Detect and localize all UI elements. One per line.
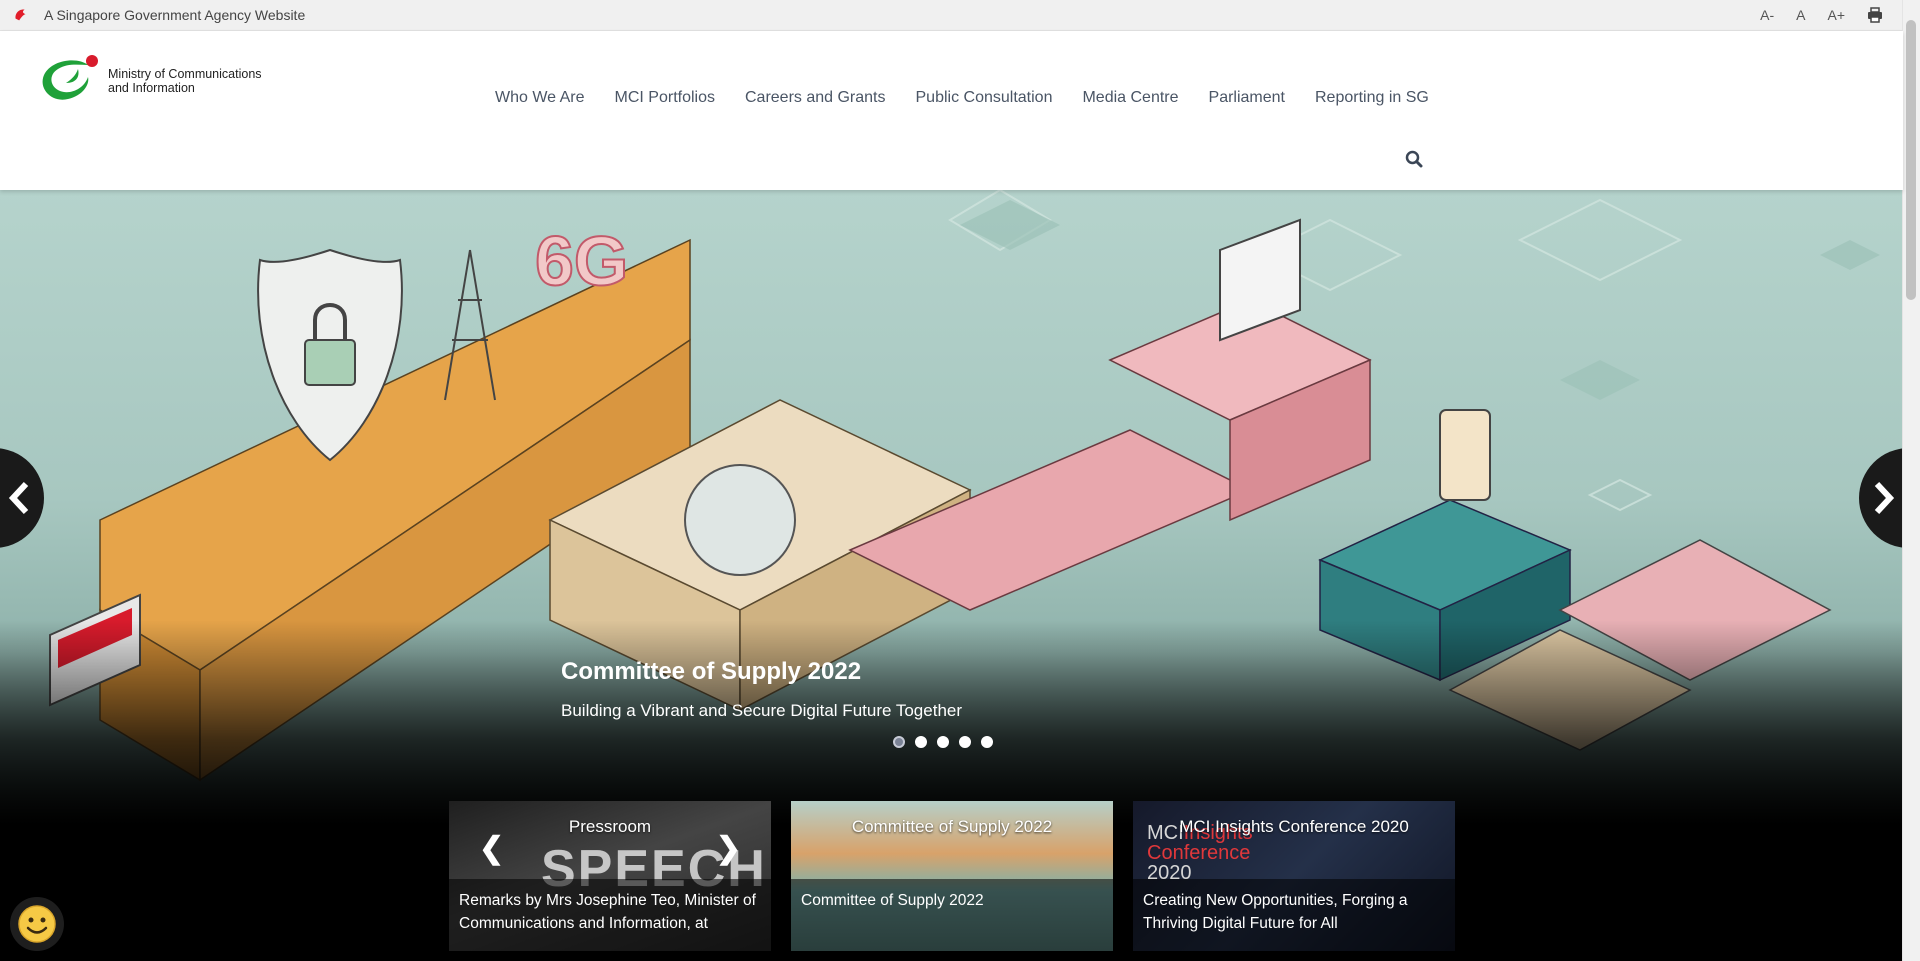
smiley-icon	[18, 905, 56, 943]
nav-media-centre[interactable]: Media Centre	[1067, 89, 1193, 107]
masthead: A Singapore Government Agency Website A-…	[0, 0, 1903, 31]
accessibility-tools: A- A A+	[1760, 0, 1883, 30]
committee-of-supply-card[interactable]: Committee of Supply 2022 Committee of Su…	[791, 801, 1113, 951]
main-nav: Who We Are MCI Portfolios Careers and Gr…	[480, 89, 1444, 107]
card-description: Remarks by Mrs Josephine Teo, Minister o…	[449, 879, 771, 951]
nav-who-we-are[interactable]: Who We Are	[480, 89, 600, 107]
mci-logo-icon	[42, 55, 98, 100]
reset-font-button[interactable]: A	[1796, 7, 1805, 23]
carousel-dot-3[interactable]	[937, 736, 949, 748]
card-title: MCI Insights Conference 2020	[1179, 817, 1409, 836]
logo-line-1: Ministry of Communications	[108, 67, 262, 81]
print-icon[interactable]	[1867, 7, 1883, 23]
logo-line-2: and Information	[108, 81, 195, 95]
card-description: Creating New Opportunities, Forging a Th…	[1133, 879, 1455, 951]
card-description: Committee of Supply 2022	[791, 879, 1113, 951]
mci-insights-card[interactable]: MCIInsights Conference 2020 MCI Insights…	[1133, 801, 1455, 951]
site-header: Ministry of Communications and Informati…	[0, 31, 1903, 190]
hero-carousel: 6G Committee of Supply 2022 Building a V…	[0, 190, 1903, 961]
chevron-left-icon	[8, 481, 29, 515]
masthead-text: A Singapore Government Agency Website	[44, 7, 306, 23]
hero-subtitle: Building a Vibrant and Secure Digital Fu…	[561, 701, 963, 720]
carousel-dot-1[interactable]	[893, 736, 905, 748]
nav-mci-portfolios[interactable]: MCI Portfolios	[600, 89, 730, 107]
mci-logo[interactable]: Ministry of Communications and Informati…	[38, 53, 278, 109]
nav-parliament[interactable]: Parliament	[1194, 89, 1300, 107]
logo-text: Ministry of Communications and Informati…	[108, 67, 278, 95]
page-scrollbar[interactable]	[1902, 0, 1920, 961]
carousel-dot-4[interactable]	[959, 736, 971, 748]
carousel-indicators	[893, 736, 993, 748]
carousel-dot-2[interactable]	[915, 736, 927, 748]
card-title: Pressroom	[568, 817, 652, 836]
scrollbar-thumb[interactable]	[1906, 20, 1916, 300]
carousel-dot-5[interactable]	[981, 736, 993, 748]
increase-font-button[interactable]: A+	[1827, 7, 1845, 23]
pressroom-card[interactable]: SPEECH ❮ ❯ Pressroom Remarks by Mrs Jose…	[449, 801, 771, 951]
feature-cards: SPEECH ❮ ❯ Pressroom Remarks by Mrs Jose…	[449, 801, 1455, 951]
card-title: Committee of Supply 2022	[851, 817, 1053, 836]
singapore-lion-icon	[15, 9, 26, 21]
svg-text:6G: 6G	[535, 222, 628, 300]
chevron-right-icon	[1874, 481, 1895, 515]
nav-reporting-in-sg[interactable]: Reporting in SG	[1300, 89, 1444, 107]
search-icon[interactable]	[1405, 150, 1423, 168]
decrease-font-button[interactable]: A-	[1760, 7, 1774, 23]
hero-title[interactable]: Committee of Supply 2022	[561, 658, 861, 686]
nav-careers-and-grants[interactable]: Careers and Grants	[730, 89, 901, 107]
insights-image-conference: Conference	[1147, 842, 1251, 864]
nav-public-consultation[interactable]: Public Consultation	[901, 89, 1068, 107]
feedback-button[interactable]	[10, 897, 64, 951]
